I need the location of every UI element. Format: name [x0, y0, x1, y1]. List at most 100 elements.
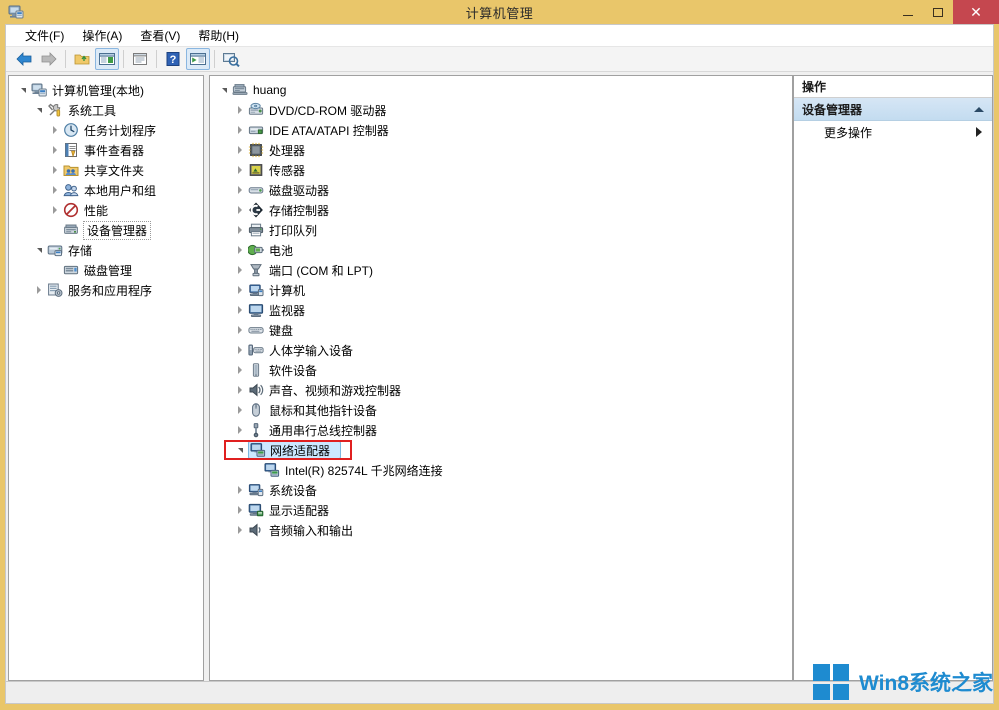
tree-item-传感器[interactable]: 传感器 [210, 160, 792, 180]
forward-arrow-icon [41, 52, 57, 66]
tree-item-处理器[interactable]: 处理器 [210, 140, 792, 160]
local-users-groups-icon [63, 182, 79, 198]
actions-pane: 操作 设备管理器 更多操作 [793, 75, 993, 681]
close-button[interactable]: ✕ [953, 0, 999, 24]
scan-hardware-changes-button[interactable] [219, 48, 243, 70]
expand-arrow-icon[interactable] [232, 480, 248, 500]
tree-item-存储控制器[interactable]: 存储控制器 [210, 200, 792, 220]
collapse-arrow-icon[interactable] [31, 100, 47, 120]
expand-arrow-icon[interactable] [232, 120, 248, 140]
minimize-button[interactable] [893, 0, 923, 24]
tree-item-键盘[interactable]: 键盘 [210, 320, 792, 340]
tree-item-音频输入和输出[interactable]: 音频输入和输出 [210, 520, 792, 540]
tree-item-本地用户和组[interactable]: 本地用户和组 [9, 180, 203, 200]
tree-item-显示适配器[interactable]: 显示适配器 [210, 500, 792, 520]
collapse-arrow-icon[interactable] [232, 440, 248, 460]
system-device-icon [248, 482, 264, 498]
menu-view[interactable]: 查看(V) [131, 25, 189, 46]
show-console-tree-button[interactable] [95, 48, 119, 70]
device-manager-tree[interactable]: huang DVD/CD-ROM 驱动器 IDE ATA/ATAPI 控制器 处理器传… [210, 76, 792, 540]
tree-item-IDE ATA/ATAPI 控制器[interactable]: IDE ATA/ATAPI 控制器 [210, 120, 792, 140]
caret-up-icon[interactable] [974, 106, 984, 112]
properties-button[interactable] [128, 48, 152, 70]
expand-arrow-icon[interactable] [232, 380, 248, 400]
actions-section-device-manager[interactable]: 设备管理器 [794, 98, 992, 121]
expand-arrow-icon[interactable] [232, 340, 248, 360]
tree-item-事件查看器[interactable]: 事件查看器 [9, 140, 203, 160]
expand-arrow-icon[interactable] [232, 140, 248, 160]
menu-file[interactable]: 文件(F) [16, 25, 73, 46]
expand-arrow-icon[interactable] [232, 360, 248, 380]
back-button[interactable] [12, 48, 36, 70]
menu-action[interactable]: 操作(A) [73, 25, 131, 46]
expand-arrow-icon[interactable] [232, 420, 248, 440]
tree-item-计算机[interactable]: 计算机 [210, 280, 792, 300]
tree-item-系统工具[interactable]: 系统工具 [9, 100, 203, 120]
expand-arrow-icon[interactable] [232, 500, 248, 520]
expand-arrow-icon[interactable] [31, 280, 47, 300]
tree-item-端口 (COM 和 LPT)[interactable]: 端口 (COM 和 LPT) [210, 260, 792, 280]
help-button[interactable]: ? [161, 48, 185, 70]
expand-arrow-icon[interactable] [47, 160, 63, 180]
expand-arrow-icon[interactable] [232, 280, 248, 300]
tree-item-label: 本地用户和组 [84, 183, 157, 198]
tree-item-人体学输入设备[interactable]: 人体学输入设备 [210, 340, 792, 360]
tree-item-电池[interactable]: 电池 [210, 240, 792, 260]
expand-arrow-icon[interactable] [47, 120, 63, 140]
tree-item-鼠标和其他指针设备[interactable]: 鼠标和其他指针设备 [210, 400, 792, 420]
tree-item-系统设备[interactable]: 系统设备 [210, 480, 792, 500]
window-controls: ✕ [893, 0, 999, 24]
show-action-pane-button[interactable] [186, 48, 210, 70]
task-scheduler-icon [63, 122, 79, 138]
up-one-level-button[interactable] [70, 48, 94, 70]
tree-item-Intel(R) 82574L 千兆网络连接[interactable]: Intel(R) 82574L 千兆网络连接 [210, 460, 792, 480]
tree-item-打印队列[interactable]: 打印队列 [210, 220, 792, 240]
ide-controller-icon [248, 122, 264, 138]
window-title: 计算机管理 [465, 6, 534, 21]
tree-item-存储[interactable]: 存储 [9, 240, 203, 260]
expand-arrow-icon[interactable] [232, 220, 248, 240]
tree-item-label: 端口 (COM 和 LPT) [269, 263, 373, 278]
forward-button[interactable] [37, 48, 61, 70]
tree-item-服务和应用程序[interactable]: 服务和应用程序 [9, 280, 203, 300]
tree-item-label: Intel(R) 82574L 千兆网络连接 [285, 463, 443, 478]
tree-item-声音、视频和游戏控制器[interactable]: 声音、视频和游戏控制器 [210, 380, 792, 400]
tree-item-性能[interactable]: 性能 [9, 200, 203, 220]
console-tree[interactable]: 计算机管理(本地) 系统工具 任务计划程序 事件查看器 共享文件夹本地用户和组性能 设备管… [9, 76, 203, 300]
toolbar-separator [123, 50, 124, 68]
tree-item-共享文件夹[interactable]: 共享文件夹 [9, 160, 203, 180]
action-more-actions[interactable]: 更多操作 [794, 121, 992, 143]
tree-item-设备管理器[interactable]: 设备管理器 [9, 220, 203, 240]
tree-item-通用串行总线控制器[interactable]: 通用串行总线控制器 [210, 420, 792, 440]
expand-arrow-icon[interactable] [232, 240, 248, 260]
expand-arrow-icon[interactable] [232, 400, 248, 420]
tree-item-软件设备[interactable]: 软件设备 [210, 360, 792, 380]
expand-arrow-icon[interactable] [47, 140, 63, 160]
collapse-arrow-icon[interactable] [31, 240, 47, 260]
properties-icon [133, 53, 147, 65]
expand-arrow-icon[interactable] [232, 180, 248, 200]
tree-item-磁盘管理[interactable]: 磁盘管理 [9, 260, 203, 280]
tree-item-任务计划程序[interactable]: 任务计划程序 [9, 120, 203, 140]
expand-arrow-icon[interactable] [47, 200, 63, 220]
expand-arrow-icon[interactable] [232, 100, 248, 120]
tree-item-huang[interactable]: huang [210, 80, 792, 100]
expand-arrow-icon[interactable] [47, 180, 63, 200]
tree-item-DVD/CD-ROM 驱动器[interactable]: DVD/CD-ROM 驱动器 [210, 100, 792, 120]
tree-item-label: 磁盘驱动器 [269, 183, 330, 198]
collapse-arrow-icon[interactable] [216, 80, 232, 100]
expand-arrow-icon[interactable] [232, 520, 248, 540]
expand-arrow-icon[interactable] [232, 200, 248, 220]
expand-arrow-icon[interactable] [232, 160, 248, 180]
expand-arrow-icon[interactable] [232, 300, 248, 320]
expand-arrow-icon[interactable] [232, 320, 248, 340]
tree-item-计算机管理(本地)[interactable]: 计算机管理(本地) [9, 80, 203, 100]
tree-item-网络适配器[interactable]: 网络适配器 [210, 440, 792, 460]
tree-item-监视器[interactable]: 监视器 [210, 300, 792, 320]
maximize-button[interactable] [923, 0, 953, 24]
collapse-arrow-icon[interactable] [15, 80, 31, 100]
menu-help[interactable]: 帮助(H) [189, 25, 248, 46]
tree-item-磁盘驱动器[interactable]: 磁盘驱动器 [210, 180, 792, 200]
expand-arrow-icon[interactable] [232, 260, 248, 280]
